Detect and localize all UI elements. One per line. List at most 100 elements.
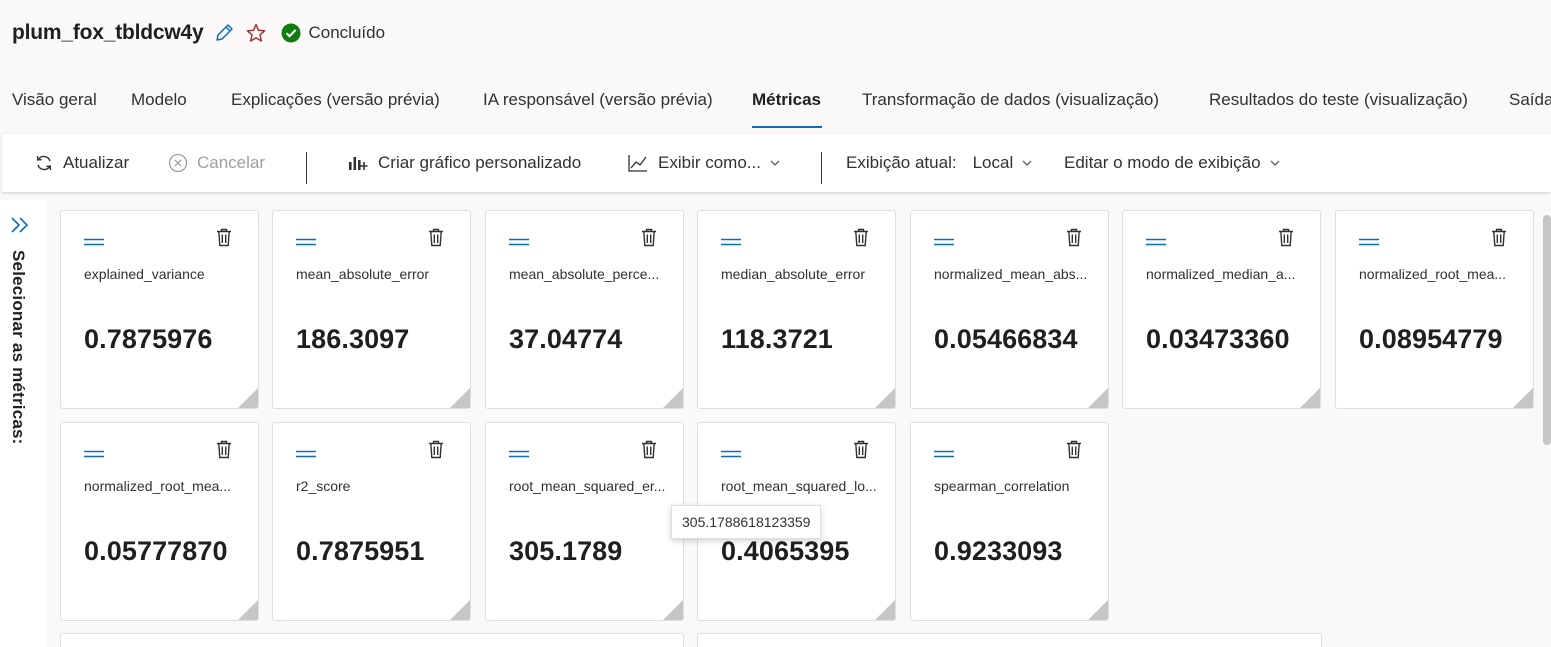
tab-outputs[interactable]: Saída bbox=[1509, 90, 1551, 110]
resize-handle[interactable] bbox=[1300, 388, 1320, 408]
delete-trash-icon[interactable] bbox=[852, 439, 870, 464]
metric-card[interactable]: normalized_root_mea... 0.08954779 bbox=[1335, 210, 1534, 409]
tab-data-transformation[interactable]: Transformação de dados (visualização) bbox=[862, 90, 1159, 110]
metric-name: spearman_correlation bbox=[934, 478, 1070, 494]
tab-bar: Visão geral Modelo Explicações (versão p… bbox=[0, 82, 1551, 128]
chevron-down-icon bbox=[1269, 157, 1281, 169]
metric-name: median_absolute_error bbox=[721, 266, 865, 282]
resize-handle[interactable] bbox=[1088, 600, 1108, 620]
metric-card[interactable]: normalized_median_a... 0.03473360 bbox=[1122, 210, 1321, 409]
success-check-icon bbox=[281, 23, 301, 43]
drag-handle-icon[interactable] bbox=[933, 234, 955, 252]
create-custom-chart-button[interactable]: Criar gráfico personalizado bbox=[347, 134, 581, 192]
metric-value: 118.3721 bbox=[721, 324, 833, 354]
expand-chevron-icon[interactable] bbox=[8, 214, 32, 241]
current-view-value: Local bbox=[972, 153, 1014, 172]
run-name: plum_fox_tbldcw4y bbox=[12, 21, 204, 44]
select-metrics-label[interactable]: Selecionar as métricas: bbox=[8, 250, 28, 445]
drag-handle-icon[interactable] bbox=[83, 234, 105, 252]
view-as-dropdown[interactable]: Exibir como... bbox=[627, 134, 781, 192]
drag-handle-icon[interactable] bbox=[1358, 234, 1380, 252]
resize-handle[interactable] bbox=[450, 388, 470, 408]
run-header: plum_fox_tbldcw4y Concluído bbox=[12, 18, 385, 48]
delete-trash-icon[interactable] bbox=[215, 227, 233, 252]
delete-trash-icon[interactable] bbox=[427, 227, 445, 252]
metric-card[interactable]: root_mean_squared_er... 305.1789 bbox=[485, 422, 684, 621]
drag-handle-icon[interactable] bbox=[1145, 234, 1167, 252]
delete-trash-icon[interactable] bbox=[1277, 227, 1295, 252]
drag-handle-icon[interactable] bbox=[933, 446, 955, 464]
resize-handle[interactable] bbox=[238, 388, 258, 408]
drag-handle-icon[interactable] bbox=[295, 446, 317, 464]
refresh-label: Atualizar bbox=[63, 153, 130, 172]
current-view-selector[interactable]: Exibição atual: Local bbox=[846, 134, 1033, 192]
refresh-icon bbox=[34, 153, 54, 173]
metric-name: mean_absolute_perce... bbox=[509, 266, 660, 282]
vertical-scrollbar[interactable] bbox=[1543, 215, 1551, 445]
delete-trash-icon[interactable] bbox=[1065, 227, 1083, 252]
resize-handle[interactable] bbox=[663, 388, 683, 408]
command-bar: Atualizar Cancelar Criar gráfico persona… bbox=[2, 134, 1551, 192]
resize-handle[interactable] bbox=[875, 388, 895, 408]
cancel-label: Cancelar bbox=[197, 153, 266, 172]
metric-name: normalized_root_mea... bbox=[84, 478, 232, 494]
resize-handle[interactable] bbox=[238, 600, 258, 620]
metric-card[interactable]: normalized_root_mea... 0.05777870 bbox=[60, 422, 259, 621]
delete-trash-icon[interactable] bbox=[1490, 227, 1508, 252]
drag-handle-icon[interactable] bbox=[83, 446, 105, 464]
resize-handle[interactable] bbox=[450, 600, 470, 620]
drag-handle-icon[interactable] bbox=[508, 446, 530, 464]
metric-card[interactable]: r2_score 0.7875951 bbox=[272, 422, 471, 621]
delete-trash-icon[interactable] bbox=[640, 439, 658, 464]
metric-name: normalized_mean_abs... bbox=[934, 266, 1088, 282]
cancel-button[interactable]: Cancelar bbox=[168, 134, 265, 192]
create-custom-chart-label: Criar gráfico personalizado bbox=[378, 153, 582, 172]
chevron-down-icon bbox=[1021, 157, 1033, 169]
metric-card[interactable]: normalized_mean_abs... 0.05466834 bbox=[910, 210, 1109, 409]
drag-handle-icon[interactable] bbox=[720, 234, 742, 252]
metric-value: 0.03473360 bbox=[1146, 324, 1290, 354]
metric-name: r2_score bbox=[296, 478, 351, 494]
edit-pencil-icon[interactable] bbox=[213, 22, 235, 44]
resize-handle[interactable] bbox=[1088, 388, 1108, 408]
metric-name: normalized_median_a... bbox=[1146, 266, 1296, 282]
refresh-button[interactable]: Atualizar bbox=[34, 134, 129, 192]
current-view-label: Exibição atual: bbox=[846, 153, 957, 172]
metric-card[interactable]: mean_absolute_perce... 37.04774 bbox=[485, 210, 684, 409]
delete-trash-icon[interactable] bbox=[1065, 439, 1083, 464]
drag-handle-icon[interactable] bbox=[295, 234, 317, 252]
tab-explanations[interactable]: Explicações (versão prévia) bbox=[231, 90, 440, 110]
drag-handle-icon[interactable] bbox=[720, 446, 742, 464]
metric-card[interactable]: mean_absolute_error 186.3097 bbox=[272, 210, 471, 409]
bar-chart-add-icon bbox=[347, 153, 369, 173]
resize-handle[interactable] bbox=[1513, 388, 1533, 408]
tab-test-results[interactable]: Resultados do teste (visualização) bbox=[1209, 90, 1468, 110]
delete-trash-icon[interactable] bbox=[215, 439, 233, 464]
metric-value: 0.9233093 bbox=[934, 536, 1063, 566]
chevron-down-icon bbox=[769, 157, 781, 169]
line-chart-icon bbox=[627, 153, 649, 173]
chart-card bbox=[697, 633, 1322, 647]
favorite-star-icon[interactable] bbox=[245, 22, 267, 44]
delete-trash-icon[interactable] bbox=[852, 227, 870, 252]
delete-trash-icon[interactable] bbox=[427, 439, 445, 464]
chart-card bbox=[60, 633, 684, 647]
run-status: Concluído bbox=[281, 23, 385, 43]
metric-card[interactable]: median_absolute_error 118.3721 bbox=[697, 210, 896, 409]
resize-handle[interactable] bbox=[663, 600, 683, 620]
metric-name: root_mean_squared_er... bbox=[509, 478, 666, 494]
tab-overview[interactable]: Visão geral bbox=[12, 90, 97, 110]
tab-responsible-ai[interactable]: IA responsável (versão prévia) bbox=[483, 90, 713, 110]
metric-value: 0.4065395 bbox=[721, 536, 850, 566]
tab-model[interactable]: Modelo bbox=[131, 90, 187, 110]
metric-card[interactable]: spearman_correlation 0.9233093 bbox=[910, 422, 1109, 621]
edit-view-dropdown[interactable]: Editar o modo de exibição bbox=[1064, 134, 1281, 192]
delete-trash-icon[interactable] bbox=[640, 227, 658, 252]
metric-card[interactable]: explained_variance 0.7875976 bbox=[60, 210, 259, 409]
tab-metrics[interactable]: Métricas bbox=[752, 90, 821, 110]
status-text: Concluído bbox=[308, 23, 386, 42]
metric-value: 0.7875976 bbox=[84, 324, 213, 354]
drag-handle-icon[interactable] bbox=[508, 234, 530, 252]
resize-handle[interactable] bbox=[875, 600, 895, 620]
metric-value: 0.08954779 bbox=[1359, 324, 1503, 354]
